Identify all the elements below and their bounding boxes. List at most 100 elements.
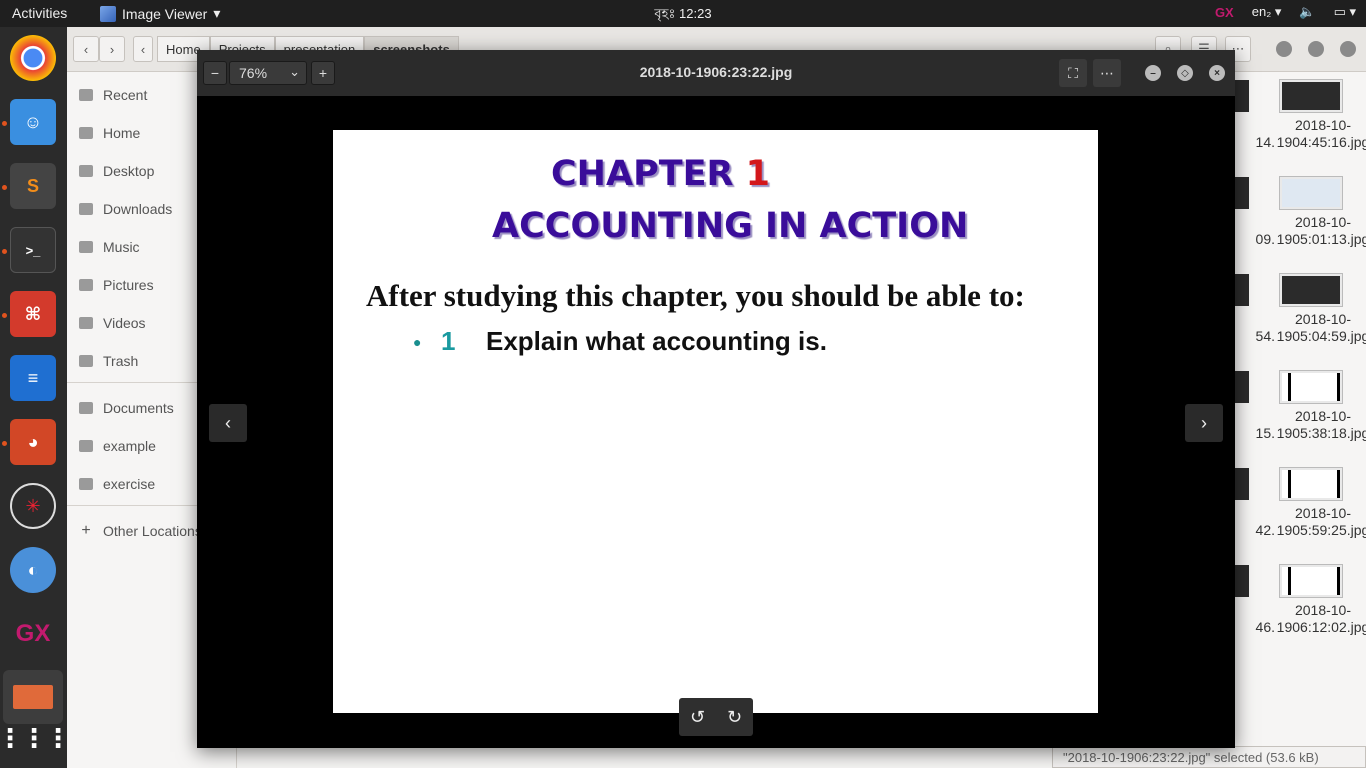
trash-icon <box>79 355 93 367</box>
music-icon <box>79 241 93 253</box>
minimize-button[interactable] <box>1276 41 1292 57</box>
sidebar-item-music[interactable]: Music <box>79 237 140 257</box>
sidebar-item-other-locations[interactable]: + Other Locations <box>79 521 202 541</box>
sidebar-item-downloads[interactable]: Downloads <box>79 199 172 219</box>
app-name: Image Viewer <box>122 5 208 22</box>
file-label[interactable]: 09. <box>1235 231 1275 248</box>
chapter-subtitle: ACCOUNTING IN ACTION <box>492 206 969 246</box>
previous-image-button[interactable]: ‹ <box>209 404 247 442</box>
plus-icon: + <box>81 522 91 539</box>
zoom-in-button[interactable]: + <box>311 61 335 85</box>
close-button[interactable] <box>1340 41 1356 57</box>
chapter-title: CHAPTER 1 <box>551 154 770 194</box>
dock: ☺ S >_ ⌘ ≡ ◕ ✳ ◐ GX ⋮⋮⋮ <box>0 27 71 768</box>
writer-icon[interactable]: ≡ <box>10 355 56 401</box>
file-label[interactable]: 2018-10-1905:38:18.jpg <box>1275 408 1366 442</box>
clock-icon <box>79 89 93 101</box>
file-thumbnail[interactable] <box>1280 371 1342 403</box>
minimize-button[interactable]: – <box>1145 65 1161 81</box>
folder-icon <box>79 440 93 452</box>
folder-icon <box>79 402 93 414</box>
chevron-down-icon: ⌄ <box>289 64 300 79</box>
chrome-icon[interactable] <box>10 35 56 81</box>
maximize-button[interactable] <box>1308 41 1324 57</box>
terminal-icon[interactable]: >_ <box>10 227 56 273</box>
file-thumbnail[interactable] <box>1280 468 1342 500</box>
desktop-icon <box>79 165 93 177</box>
next-image-button[interactable]: › <box>1185 404 1223 442</box>
image-viewer-window: − 76% ⌄ + 2018-10-1906:23:22.jpg ⛶ ⋯ – ◇… <box>197 50 1235 748</box>
sidebar-item-recent[interactable]: Recent <box>79 85 147 105</box>
path-left-button[interactable]: ‹ <box>133 36 153 62</box>
file-label[interactable]: 54. <box>1235 328 1275 345</box>
gx-icon[interactable]: GX <box>10 611 56 657</box>
fullscreen-icon[interactable]: ⛶ <box>1059 59 1087 87</box>
viewer-header: − 76% ⌄ + 2018-10-1906:23:22.jpg ⛶ ⋯ – ◇… <box>197 50 1235 96</box>
maximize-button[interactable]: ◇ <box>1177 65 1193 81</box>
file-label[interactable]: 15. <box>1235 425 1275 442</box>
forward-button[interactable]: › <box>99 36 125 62</box>
file-thumbnail[interactable] <box>1235 371 1249 403</box>
sublime-text-icon[interactable]: S <box>10 163 56 209</box>
gx-tray-icon[interactable]: GX <box>1215 5 1234 20</box>
finder-icon[interactable]: ☺ <box>10 99 56 145</box>
presentation-icon[interactable]: ◕ <box>10 419 56 465</box>
file-thumbnail[interactable] <box>1280 80 1342 112</box>
sidebar-item-desktop[interactable]: Desktop <box>79 161 154 181</box>
sidebar-item-example[interactable]: example <box>79 436 156 456</box>
app-menu[interactable]: Image Viewer ▾ <box>100 5 220 22</box>
sidebar-item-pictures[interactable]: Pictures <box>79 275 154 295</box>
bullet-number: 1 <box>441 326 456 356</box>
file-thumbnail[interactable] <box>1235 274 1249 306</box>
top-bar: Activities Image Viewer ▾ বৃহঃ 12:23 GX … <box>0 0 1366 27</box>
sidebar-item-exercise[interactable]: exercise <box>79 474 155 494</box>
language-indicator[interactable]: en₂ ▾ <box>1252 4 1282 20</box>
activities-button[interactable]: Activities <box>12 5 67 21</box>
zoom-select[interactable]: 76% ⌄ <box>229 61 307 85</box>
home-icon <box>79 127 93 139</box>
zoom-value: 76% <box>239 65 268 81</box>
file-thumbnail[interactable] <box>1235 177 1249 209</box>
volume-icon[interactable]: 🔈 <box>1299 4 1315 20</box>
close-button[interactable]: × <box>1209 65 1225 81</box>
chapter-number: 1 <box>745 154 770 194</box>
sidebar-item-home[interactable]: Home <box>79 123 140 143</box>
bullet-dot-icon: ● <box>413 333 422 350</box>
video-icon <box>79 317 93 329</box>
rotate-right-icon[interactable]: ↻ <box>716 698 753 736</box>
system-tray: GX en₂ ▾ 🔈 ▭ ▾ <box>1215 4 1356 20</box>
file-thumbnail[interactable] <box>1235 565 1249 597</box>
pdf-reader-icon[interactable]: ⌘ <box>10 291 56 337</box>
file-label[interactable]: 2018-10-1905:04:59.jpg <box>1275 311 1366 345</box>
show-applications-icon[interactable]: ⋮⋮⋮ <box>0 715 71 761</box>
web-icon[interactable]: ✳ <box>10 483 56 529</box>
sidebar-item-documents[interactable]: Documents <box>79 398 174 418</box>
file-label[interactable]: 2018-10-1904:45:16.jpg <box>1275 117 1366 151</box>
clock[interactable]: বৃহঃ 12:23 <box>654 5 711 26</box>
file-thumbnail[interactable] <box>1280 274 1342 306</box>
file-thumbnail[interactable] <box>1235 80 1249 112</box>
slide-image: CHAPTER 1 ACCOUNTING IN ACTION After stu… <box>333 130 1098 713</box>
file-thumbnail[interactable] <box>1280 565 1342 597</box>
zoom-out-button[interactable]: − <box>203 61 227 85</box>
wireshark-icon[interactable]: ◐ <box>10 547 56 593</box>
file-thumbnail[interactable] <box>1280 177 1342 209</box>
file-label[interactable]: 14. <box>1235 134 1275 151</box>
file-thumbnail[interactable] <box>1235 468 1249 500</box>
back-button[interactable]: ‹ <box>73 36 99 62</box>
sidebar-item-videos[interactable]: Videos <box>79 313 146 333</box>
file-label[interactable]: 42. <box>1235 522 1275 539</box>
rotate-toolbar: ↺ ↻ <box>679 698 753 736</box>
more-options-icon[interactable]: ⋯ <box>1093 59 1121 87</box>
image-viewer-icon <box>100 5 116 22</box>
sidebar-item-trash[interactable]: Trash <box>79 351 138 371</box>
file-label[interactable]: 2018-10-1905:01:13.jpg <box>1275 214 1366 248</box>
slide-bullet: ● 1 Explain what accounting is. <box>413 326 827 357</box>
battery-icon[interactable]: ▭ ▾ <box>1334 4 1356 20</box>
file-label[interactable]: 2018-10-1905:59:25.jpg <box>1275 505 1366 539</box>
file-label[interactable]: 2018-10-1906:12:02.jpg <box>1275 602 1366 636</box>
viewer-title: 2018-10-1906:23:22.jpg <box>639 64 793 80</box>
file-label[interactable]: 46. <box>1235 619 1275 636</box>
rotate-left-icon[interactable]: ↺ <box>679 698 716 736</box>
folder-icon <box>79 478 93 490</box>
